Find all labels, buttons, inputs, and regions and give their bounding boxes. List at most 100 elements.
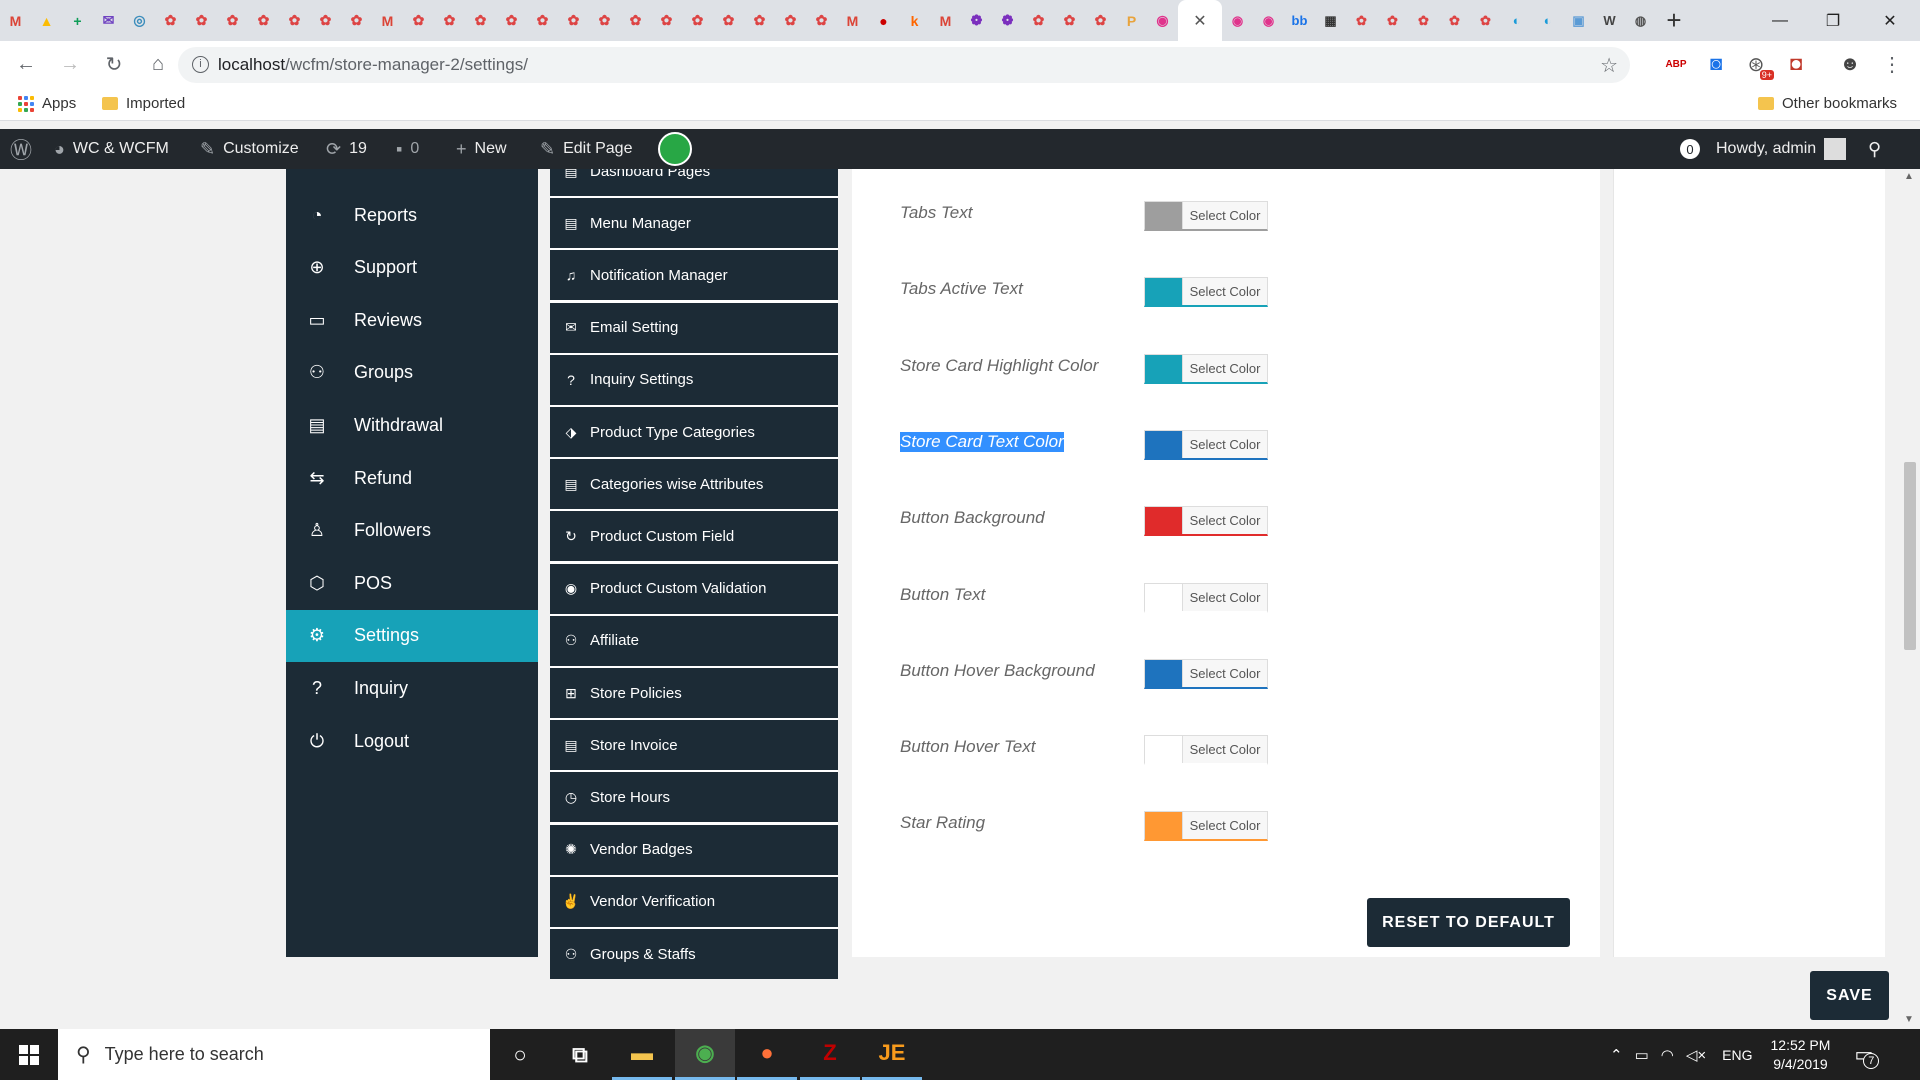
color-swatch[interactable] (1145, 812, 1182, 841)
browser-tab[interactable]: ✿ (217, 0, 248, 41)
browser-tab[interactable]: M (372, 0, 403, 41)
sidebar-item-partial[interactable]: — (286, 169, 538, 177)
browser-tab[interactable]: ◍ (1625, 0, 1656, 41)
color-picker-button-background[interactable]: Select Color (1144, 506, 1268, 537)
submenu-item-affiliate[interactable]: ⚇ Affiliate (550, 615, 838, 666)
taskbar-file-explorer[interactable]: ▬ (612, 1029, 672, 1080)
sidebar-item-logout[interactable]: ⏻ Logout (286, 715, 538, 767)
browser-tab[interactable]: k (899, 0, 930, 41)
site-info-icon[interactable]: i (192, 56, 209, 73)
scroll-up-icon[interactable]: ▲ (1904, 171, 1914, 182)
browser-tab[interactable]: W (1594, 0, 1625, 41)
color-picker-star-rating[interactable]: Select Color (1144, 811, 1268, 842)
menu-icon[interactable]: ⋮ (1878, 50, 1906, 78)
save-button[interactable]: SAVE (1810, 971, 1889, 1020)
start-button[interactable] (0, 1029, 58, 1080)
browser-tab[interactable]: M (837, 0, 868, 41)
browser-tab[interactable]: ✿ (589, 0, 620, 41)
close-window-button[interactable]: ✕ (1860, 0, 1920, 41)
browser-tab[interactable]: ✿ (1408, 0, 1439, 41)
submenu-item-store-policies[interactable]: ⊞ Store Policies (550, 668, 838, 718)
bookmark-star-icon[interactable]: ☆ (1600, 53, 1618, 78)
color-swatch[interactable] (1145, 278, 1182, 307)
browser-tab[interactable]: + (62, 0, 93, 41)
browser-tab[interactable]: ✿ (682, 0, 713, 41)
taskbar-chrome[interactable]: ◉ (675, 1029, 735, 1080)
select-color-label[interactable]: Select Color (1182, 507, 1267, 535)
color-swatch[interactable] (1145, 659, 1182, 688)
select-color-label[interactable]: Select Color (1182, 278, 1267, 306)
search-button[interactable]: ⚲ (1868, 129, 1881, 169)
action-center-icon[interactable]: ▭7 (1854, 1042, 1880, 1069)
browser-tab[interactable]: ◉ (1253, 0, 1284, 41)
color-picker-button-text[interactable]: Select Color (1144, 582, 1268, 613)
select-color-label[interactable]: Select Color (1182, 736, 1267, 764)
browser-tab[interactable]: ✿ (744, 0, 775, 41)
browser-tab[interactable]: ▦ (1315, 0, 1346, 41)
back-button[interactable]: ← (8, 47, 44, 83)
browser-tab[interactable]: ✿ (403, 0, 434, 41)
submenu-item-store-invoice[interactable]: ▤ Store Invoice (550, 720, 838, 771)
submenu-item-menu-manager[interactable]: ▤ Menu Manager (550, 198, 838, 249)
pocket-icon[interactable]: ◘ (1782, 50, 1810, 78)
browser-tab[interactable]: ✿ (434, 0, 465, 41)
taskbar-firefox[interactable]: ● (737, 1029, 797, 1080)
taskbar-search-box[interactable]: ⚲ Type here to search (58, 1029, 490, 1080)
browser-tab[interactable]: ▲ (31, 0, 62, 41)
select-color-label[interactable]: Select Color (1182, 354, 1267, 382)
submenu-item-vendor-verification[interactable]: ✌ Vendor Verification (550, 876, 838, 927)
tray-chevron-icon[interactable]: ⌃ (1610, 1046, 1623, 1064)
new-tab-button[interactable]: + (1656, 0, 1692, 41)
browser-tab[interactable]: ❁ (961, 0, 992, 41)
sidebar-item-inquiry[interactable]: ? Inquiry (286, 662, 538, 714)
sidebar-item-refund[interactable]: ⇆ Refund (286, 452, 538, 504)
taskbar-task-view[interactable]: ⧉ (550, 1029, 610, 1080)
new-content-button[interactable]: + New (456, 129, 507, 169)
customize-button[interactable]: ✎ Customize (200, 129, 299, 169)
browser-tab[interactable]: ◉ (1147, 0, 1178, 41)
color-picker-tabs-active-text[interactable]: Select Color (1144, 277, 1268, 308)
browser-tab[interactable]: ✿ (1470, 0, 1501, 41)
select-color-label[interactable]: Select Color (1182, 430, 1267, 458)
submenu-item-vendor-badges[interactable]: ✺ Vendor Badges (550, 824, 838, 875)
select-color-label[interactable]: Select Color (1182, 202, 1267, 229)
color-picker-store-card-highlight-color[interactable]: Select Color (1144, 353, 1268, 384)
browser-tab[interactable]: M (0, 0, 31, 41)
browser-tab[interactable]: bb (1284, 0, 1315, 41)
wp-logo-button[interactable]: Ⓦ (10, 129, 32, 169)
submenu-item-inquiry-settings[interactable]: ? Inquiry Settings (550, 354, 838, 405)
browser-tab[interactable]: ✿ (1054, 0, 1085, 41)
volume-icon[interactable]: ◁× (1686, 1046, 1706, 1064)
sidebar-item-followers[interactable]: ♙ Followers (286, 505, 538, 557)
edit-page-button[interactable]: ✎ Edit Page (540, 129, 632, 169)
plugin-badge-button[interactable] (658, 129, 692, 169)
browser-tab[interactable]: ✿ (310, 0, 341, 41)
extension-badge-icon[interactable]: ⊛ 9+ (1742, 50, 1774, 80)
browser-tab[interactable]: ❁ (992, 0, 1023, 41)
color-picker-tabs-text[interactable]: Select Color (1144, 201, 1268, 231)
submenu-item-categories-wise-attributes[interactable]: ▤ Categories wise Attributes (550, 459, 838, 510)
scrollbar-thumb[interactable] (1904, 462, 1916, 650)
color-swatch[interactable] (1145, 202, 1182, 230)
browser-tab[interactable]: M (930, 0, 961, 41)
bookmark-apps[interactable]: Apps (18, 95, 76, 112)
browser-tab[interactable]: ✿ (806, 0, 837, 41)
color-picker-store-card-text-color[interactable]: Select Color (1144, 429, 1268, 460)
browser-tab[interactable]: ✿ (713, 0, 744, 41)
browser-tab[interactable]: ◎ (124, 0, 155, 41)
browser-tab[interactable]: ✿ (1439, 0, 1470, 41)
submenu-item-groups-staffs[interactable]: ⚇ Groups & Staffs (550, 929, 838, 979)
sidebar-item-groups[interactable]: ⚇ Groups (286, 347, 538, 399)
browser-tab[interactable]: ✿ (620, 0, 651, 41)
reload-button[interactable]: ↻ (96, 47, 132, 83)
sidebar-item-pos[interactable]: ⬡ POS (286, 557, 538, 609)
page-scrollbar[interactable]: ▲ ▼ (1900, 169, 1920, 1029)
sidebar-item-withdrawal[interactable]: ▤ Withdrawal (286, 399, 538, 451)
browser-tab[interactable]: ◐ (1501, 0, 1532, 41)
minimize-button[interactable]: — (1750, 0, 1810, 41)
address-bar[interactable]: i localhost/wcfm/store-manager-2/setting… (178, 47, 1630, 83)
browser-tab[interactable]: ◉ (1222, 0, 1253, 41)
select-color-label[interactable]: Select Color (1182, 583, 1267, 611)
language-indicator[interactable]: ENG (1722, 1047, 1752, 1063)
tab-close-icon[interactable]: ✕ (1193, 11, 1206, 31)
